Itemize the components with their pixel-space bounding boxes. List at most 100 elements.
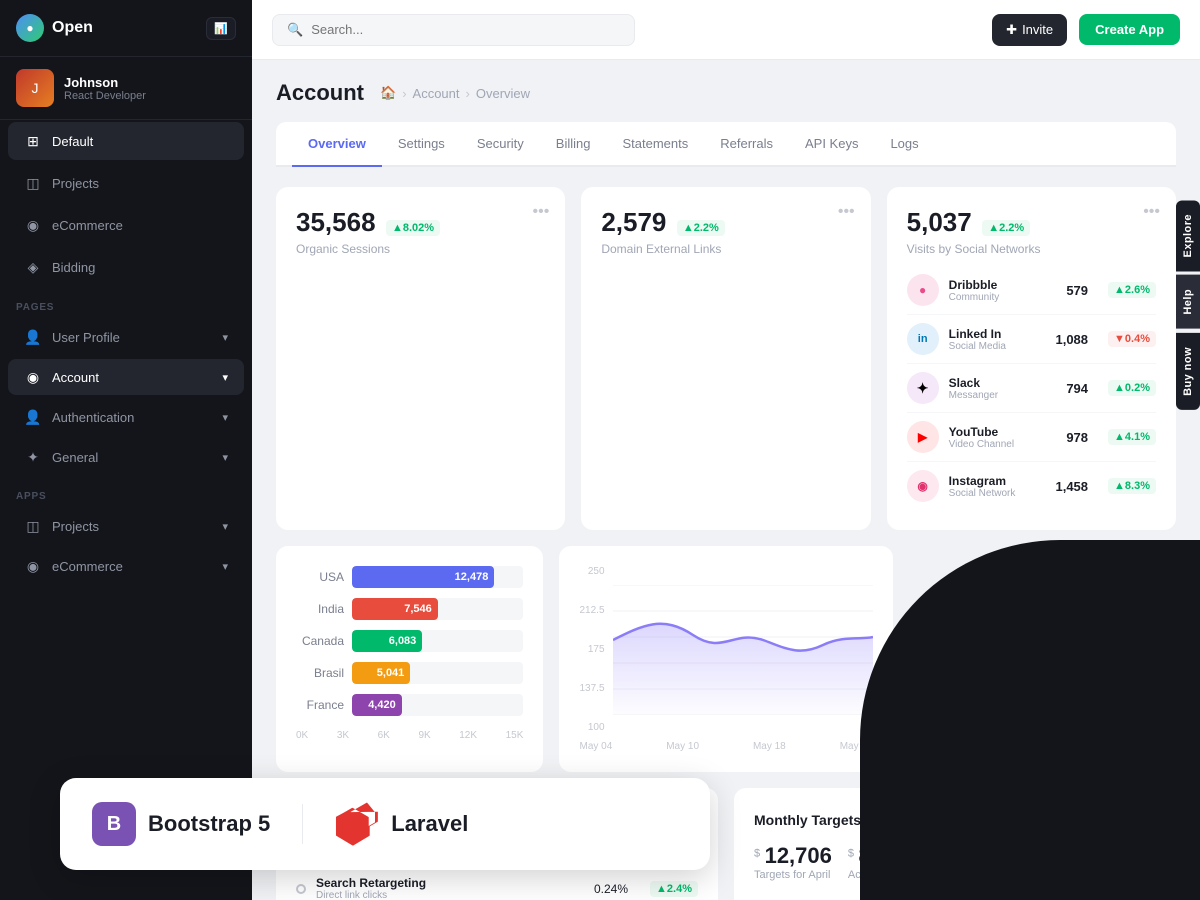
monthly-amounts: $ 12,706 Targets for April $ 8,035 Actua… (754, 843, 1156, 881)
chevron-down-icon: ▾ (222, 451, 228, 464)
search-box[interactable]: 🔍 (272, 14, 635, 46)
bootstrap-icon: B (92, 802, 136, 846)
tab-referrals[interactable]: Referrals (704, 122, 789, 167)
search-input[interactable] (311, 22, 620, 37)
app-logo: ● Open 📊 (0, 0, 252, 57)
stat-social-visits: ••• 5,037 ▲2.2% Visits by Social Network… (887, 187, 1176, 530)
line-chart-card: 250 212.5 175 137.5 100 (559, 546, 892, 772)
fw-divider (302, 804, 303, 844)
laravel-item: Laravel (335, 802, 468, 846)
social-item-linkedin: in Linked In Social Media 1,088 ▼0.4% (907, 315, 1156, 364)
retarget-list: Search Retargeting Direct link clicks 0.… (296, 866, 698, 900)
tab-logs[interactable]: Logs (874, 122, 934, 167)
bar-fill: 7,546 (352, 598, 438, 620)
stat-domain-links: ••• 2,579 ▲2.2% Domain External Links (581, 187, 870, 530)
social-count: 579 (1066, 283, 1088, 298)
stat-menu[interactable]: ••• (838, 203, 855, 221)
linkedin-logo: in (907, 323, 939, 355)
bar-fill: 5,041 (352, 662, 410, 684)
breadcrumb-account[interactable]: Account (413, 86, 460, 101)
sidebar-item-general[interactable]: ✦ General ▾ (8, 439, 244, 475)
sidebar-item-label: User Profile (52, 330, 120, 345)
account-icon: ◉ (24, 368, 42, 386)
social-badge: ▲2.6% (1108, 282, 1156, 298)
chevron-down-icon: ▾ (222, 560, 228, 573)
main-content: 🔍 ✚ Invite Create App Account 🏠 › Accoun… (252, 0, 1200, 900)
sidebar-item-label: Authentication (52, 410, 134, 425)
chevron-down-icon: ▾ (222, 331, 228, 344)
bar-track: 4,420 (352, 694, 523, 716)
chevron-down-icon: ▾ (222, 411, 228, 424)
bar-label: Canada (296, 634, 344, 648)
sidebar-item-projects-app[interactable]: ◫ Projects ▾ (8, 508, 244, 544)
buy-tab[interactable]: Buy now (1176, 333, 1200, 410)
sidebar-item-label: Projects (52, 176, 99, 191)
bar-fill: 12,478 (352, 566, 494, 588)
social-badge: ▲4.1% (1108, 429, 1156, 445)
sidebar-item-label: Account (52, 370, 99, 385)
apps-section-label: APPS (0, 477, 252, 506)
retarget-item-1: Search Retargeting Direct link clicks 0.… (296, 866, 698, 900)
sidebar-item-default[interactable]: ⊞ Default (8, 122, 244, 160)
social-item-dribbble: ● Dribbble Community 579 ▲2.6% (907, 266, 1156, 315)
tab-api-keys[interactable]: API Keys (789, 122, 874, 167)
social-type: Messanger (949, 390, 1057, 401)
actual-amount: 8,035 (858, 843, 913, 868)
stat-number: 35,568 (296, 207, 376, 237)
tab-overview[interactable]: Overview (292, 122, 382, 167)
tab-statements[interactable]: Statements (606, 122, 704, 167)
retarget-pct: 0.24% (594, 882, 628, 896)
sidebar-item-ecommerce-nav[interactable]: ◉ eCommerce (8, 206, 244, 244)
social-item-instagram: ◉ Instagram Social Network 1,458 ▲8.3% (907, 462, 1156, 510)
help-tab[interactable]: Help (1176, 275, 1200, 329)
stat-menu[interactable]: ••• (1143, 203, 1160, 221)
bar-label: France (296, 698, 344, 712)
invite-button[interactable]: ✚ Invite (992, 14, 1067, 46)
home-icon[interactable]: 🏠 (380, 85, 396, 101)
x-label: May 10 (666, 741, 699, 752)
page-content: Account 🏠 › Account › Overview Overview … (252, 60, 1200, 900)
youtube-logo: ▶ (907, 421, 939, 453)
bar-track: 7,546 (352, 598, 523, 620)
explore-tab[interactable]: Explore (1176, 200, 1200, 271)
social-item-slack: ✦ Slack Messanger 794 ▲0.2% (907, 364, 1156, 413)
social-type: Video Channel (949, 439, 1057, 450)
breadcrumb: 🏠 › Account › Overview (380, 85, 530, 101)
social-name: YouTube (949, 425, 1057, 439)
general-icon: ✦ (24, 448, 42, 466)
stat-number: 2,579 (601, 207, 666, 237)
sidebar-item-authentication[interactable]: 👤 Authentication ▾ (8, 399, 244, 435)
user-card[interactable]: J Johnson React Developer (0, 57, 252, 120)
sidebar-item-ecommerce-app[interactable]: ◉ eCommerce ▾ (8, 548, 244, 584)
chart-section: USA 12,478 India 7,546 Canada 6,083 (276, 546, 1176, 772)
invite-label: Invite (1022, 22, 1053, 37)
sidebar-item-label: General (52, 450, 98, 465)
create-app-button[interactable]: Create App (1079, 14, 1180, 45)
bar-label: USA (296, 570, 344, 584)
social-count: 1,088 (1055, 332, 1088, 347)
bar-row-brasil: Brasil 5,041 (296, 662, 523, 684)
x-label: May 18 (753, 741, 786, 752)
bar-chart-card: USA 12,478 India 7,546 Canada 6,083 (276, 546, 543, 772)
create-app-label: Create App (1095, 22, 1164, 37)
amount-actual: $ 8,035 Actual for April (848, 843, 919, 881)
bootstrap-label: Bootstrap 5 (148, 811, 270, 837)
social-name: Dribbble (949, 278, 1057, 292)
tab-security[interactable]: Security (461, 122, 540, 167)
sidebar-item-user-profile[interactable]: 👤 User Profile ▾ (8, 319, 244, 355)
tab-settings[interactable]: Settings (382, 122, 461, 167)
stat-organic-sessions: ••• 35,568 ▲8.02% Organic Sessions (276, 187, 565, 530)
stat-badge: ▲2.2% (677, 220, 725, 236)
bar-track: 12,478 (352, 566, 523, 588)
laravel-label: Laravel (391, 811, 468, 837)
bar-track: 5,041 (352, 662, 523, 684)
sidebar-item-account[interactable]: ◉ Account ▾ (8, 359, 244, 395)
stat-menu[interactable]: ••• (533, 203, 550, 221)
social-badge: ▲8.3% (1108, 478, 1156, 494)
stats-grid: ••• 35,568 ▲8.02% Organic Sessions ••• 2… (276, 187, 1176, 530)
sidebar-item-bidding-nav[interactable]: ◈ Bidding (8, 248, 244, 286)
grid-icon: ⊞ (24, 132, 42, 150)
sidebar-item-projects-nav[interactable]: ◫ Projects (8, 164, 244, 202)
tab-billing[interactable]: Billing (540, 122, 607, 167)
dribbble-logo: ● (907, 274, 939, 306)
